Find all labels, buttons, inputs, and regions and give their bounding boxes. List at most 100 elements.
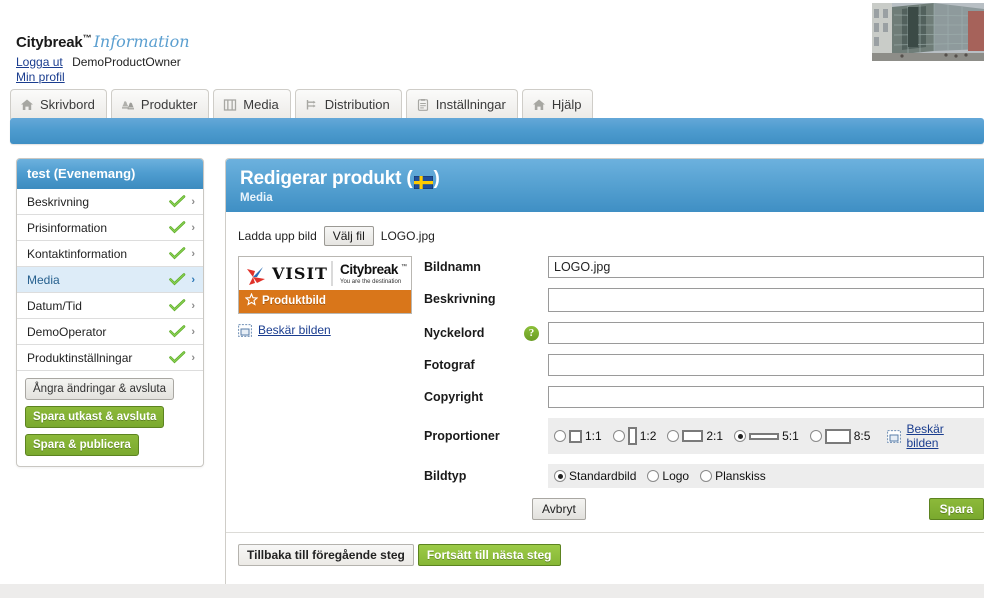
next-step-button[interactable]: Fortsätt till nästa steg <box>417 544 561 566</box>
nav-accent-bar <box>10 118 984 144</box>
proportion-label: 2:1 <box>706 429 724 443</box>
radio-icon[interactable] <box>647 470 660 482</box>
bildtyp-option-standardbild[interactable]: Standardbild <box>554 469 636 483</box>
field-label: Bildnamn <box>424 260 481 274</box>
sidebar-item-demooperator[interactable]: DemoOperator › <box>17 319 203 345</box>
proportion-option-2-1[interactable]: 2:1 <box>667 429 723 443</box>
sidebar-item-label: Beskrivning <box>27 194 90 209</box>
profile-link[interactable]: Min profil <box>16 70 65 84</box>
sidebar-item-label: Datum/Tid <box>27 298 82 313</box>
proportion-option-1-1[interactable]: 1:1 <box>554 429 602 443</box>
save-draft-exit-button[interactable]: Spara utkast & avsluta <box>25 406 165 428</box>
product-image-thumbnail[interactable]: VISIT Citybreak ™ You are the destinatio… <box>238 256 412 314</box>
step-navigation: Tillbaka till föregående steg Fortsätt t… <box>226 533 984 566</box>
crop-icon <box>238 323 252 337</box>
chevron-right-icon: › <box>191 273 195 286</box>
proportion-label: 8:5 <box>853 429 871 443</box>
tab-distribution[interactable]: Distribution <box>294 89 402 119</box>
main-panel: Redigerar produkt ( ) Media Ladda upp bi… <box>225 158 984 598</box>
field-row-copyright: Copyright <box>424 386 984 408</box>
svg-text:™: ™ <box>401 263 407 270</box>
panel-header: Redigerar produkt ( ) Media <box>226 159 984 212</box>
field-row-bildnamn: Bildnamn <box>424 256 984 278</box>
fotograf-input[interactable] <box>548 354 984 376</box>
check-icon <box>169 195 186 208</box>
bildtyp-option-planskiss[interactable]: Planskiss <box>700 469 766 483</box>
field-row-proportioner: Proportioner 1:1 1:2 2:1 5:1 8:5 Beskär … <box>424 418 984 454</box>
previous-step-button[interactable]: Tillbaka till föregående steg <box>238 544 414 566</box>
help-icon-wrap: ? <box>524 325 540 341</box>
distribution-icon <box>305 98 319 112</box>
radio-icon[interactable] <box>612 430 625 442</box>
proportion-option-1-2[interactable]: 1:2 <box>612 427 656 445</box>
bildtyp-radio-group[interactable]: Standardbild Logo Planskiss <box>548 464 984 488</box>
field-row-nyckelord: Nyckelord ? <box>424 322 984 344</box>
proportions-crop-link[interactable]: Beskär bilden <box>906 422 978 450</box>
ratio-shape-icon <box>682 430 704 442</box>
home-icon <box>20 98 34 112</box>
save-button[interactable]: Spara <box>928 498 984 520</box>
sidebar-item-media[interactable]: Media › <box>17 267 203 293</box>
sidebar-item-label: Prisinformation <box>27 220 108 235</box>
image-column: VISIT Citybreak ™ You are the destinatio… <box>238 256 416 520</box>
proportions-crop-link-row[interactable]: Beskär bilden <box>887 422 978 450</box>
proportion-label: 1:1 <box>585 429 602 443</box>
sidebar-item-label: Produktinställningar <box>27 350 133 365</box>
tab-label: Distribution <box>324 97 390 112</box>
sidebar-item-prisinformation[interactable]: Prisinformation › <box>17 215 203 241</box>
svg-text:VISIT: VISIT <box>271 264 328 283</box>
sidebar-item-datum-tid[interactable]: Datum/Tid › <box>17 293 203 319</box>
radio-icon[interactable] <box>667 430 680 442</box>
upload-row: Ladda upp bild Välj fil LOGO.jpg <box>226 212 984 246</box>
logout-link[interactable]: Logga ut <box>16 55 63 69</box>
proportions-radio-group[interactable]: 1:1 1:2 2:1 5:1 8:5 Beskär bilden <box>548 418 984 454</box>
sidebar-item-beskrivning[interactable]: Beskrivning › <box>17 189 203 215</box>
nyckelord-input[interactable] <box>548 322 984 344</box>
radio-icon[interactable] <box>809 430 822 442</box>
tab-label: Skrivbord <box>40 97 95 112</box>
field-row-fotograf: Fotograf <box>424 354 984 376</box>
thumbnail-caption-label: Produktbild <box>262 295 326 307</box>
sidebar-actions: Ångra ändringar & avsluta Spara utkast &… <box>17 371 203 466</box>
sidebar-item-kontaktinformation[interactable]: Kontaktinformation › <box>17 241 203 267</box>
tab-label: Media <box>243 97 279 112</box>
cancel-button[interactable]: Avbryt <box>532 498 586 520</box>
save-publish-button[interactable]: Spara & publicera <box>25 434 139 456</box>
tab-media[interactable]: Media <box>213 89 291 119</box>
radio-icon[interactable] <box>700 470 713 482</box>
choose-file-button[interactable]: Välj fil <box>323 226 374 246</box>
sidebar-title: test (Evenemang) <box>17 159 203 189</box>
copyright-input[interactable] <box>548 386 984 408</box>
tab-produkter[interactable]: Produkter <box>110 89 210 119</box>
logo-info-word: Information <box>93 32 190 51</box>
check-icon <box>169 221 186 234</box>
radio-icon[interactable] <box>734 430 747 442</box>
uploaded-file-name: LOGO.jpg <box>380 229 435 243</box>
page-title-suffix: ) <box>433 168 440 189</box>
tab-installningar[interactable]: Inställningar <box>405 89 518 119</box>
product-step-sidebar: test (Evenemang) Beskrivning › Prisinfor… <box>16 158 204 467</box>
tab-skrivbord[interactable]: Skrivbord <box>10 89 107 119</box>
tab-hjalp[interactable]: Hjälp <box>521 89 594 119</box>
star-icon <box>244 292 259 309</box>
home-icon <box>532 98 546 112</box>
settings-clipboard-icon <box>416 98 430 112</box>
bildnamn-input[interactable] <box>548 256 984 278</box>
app-logo: Citybreak™ Information <box>16 32 190 51</box>
help-icon[interactable]: ? <box>524 326 539 341</box>
radio-icon[interactable] <box>554 430 566 442</box>
crop-image-link-row[interactable]: Beskär bilden <box>238 323 416 337</box>
sidebar-item-produktinstallningar[interactable]: Produktinställningar › <box>17 345 203 371</box>
beskrivning-textarea[interactable] <box>548 288 984 312</box>
main-nav-tabs[interactable]: Skrivbord Produkter Media Distribution I… <box>10 87 594 119</box>
proportion-option-5-1[interactable]: 5:1 <box>734 429 799 443</box>
radio-icon[interactable] <box>554 470 566 482</box>
tab-label: Produkter <box>140 97 198 112</box>
crop-image-link[interactable]: Beskär bilden <box>258 323 331 337</box>
undo-changes-exit-button[interactable]: Ångra ändringar & avsluta <box>25 378 174 400</box>
chevron-right-icon: › <box>191 195 195 208</box>
sidebar-item-label: DemoOperator <box>27 324 107 339</box>
proportion-option-8-5[interactable]: 8:5 <box>809 428 871 444</box>
bildtyp-option-logo[interactable]: Logo <box>647 469 689 483</box>
chevron-right-icon: › <box>191 325 195 338</box>
